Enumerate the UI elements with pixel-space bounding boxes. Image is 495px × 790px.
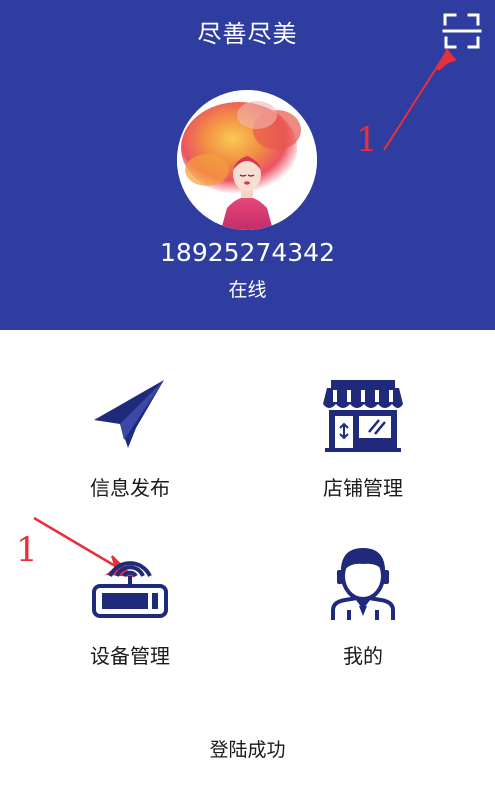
menu-item-shop[interactable]: 店铺管理 xyxy=(263,360,463,510)
paper-plane-icon xyxy=(94,380,164,448)
router-icon xyxy=(92,561,168,618)
menu-label-device: 设备管理 xyxy=(90,644,170,668)
shop-icon xyxy=(323,380,403,452)
login-success-toast: 登陆成功 xyxy=(209,739,286,761)
avatar[interactable] xyxy=(177,90,317,230)
avatar-image xyxy=(177,90,317,230)
online-status: 在线 xyxy=(228,279,267,301)
scan-button[interactable] xyxy=(441,10,483,52)
phone-number: 18925274342 xyxy=(160,238,335,267)
scan-icon xyxy=(442,13,482,49)
menu-label-mine: 我的 xyxy=(343,644,383,668)
menu-label-publish: 信息发布 xyxy=(90,476,170,500)
menu-item-device[interactable]: 设备管理 xyxy=(30,530,230,680)
scan-annotation-marker: 1 xyxy=(356,120,378,160)
profile-header: 尽善尽美 18925274342 在线 xyxy=(0,0,495,330)
user-icon xyxy=(331,548,395,620)
menu-item-publish[interactable]: 信息发布 xyxy=(30,360,230,510)
menu-item-mine[interactable]: 我的 xyxy=(263,530,463,680)
menu-label-shop: 店铺管理 xyxy=(323,476,403,500)
app-title: 尽善尽美 xyxy=(197,20,298,48)
